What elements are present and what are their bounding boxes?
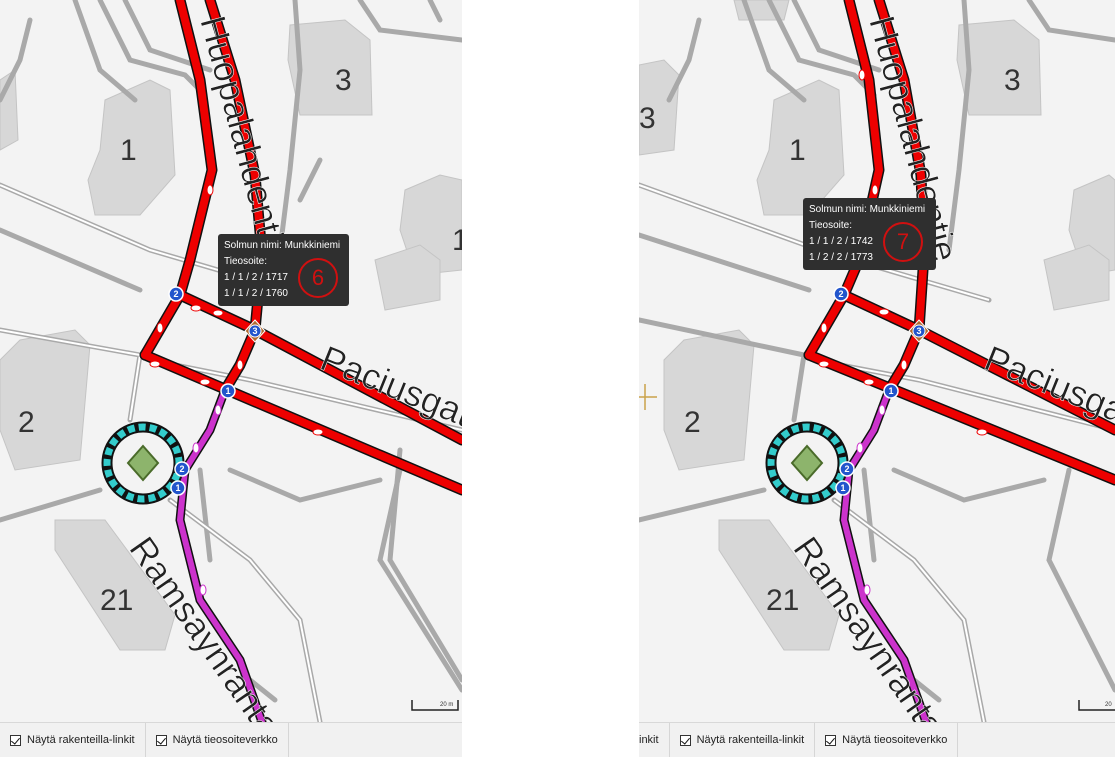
building xyxy=(1043,244,1110,311)
checkbox-label: inkit xyxy=(639,734,659,746)
checkbox-label: Näytä rakenteilla-linkit xyxy=(696,734,805,746)
node-number: 3 xyxy=(252,326,257,336)
crosshair-cursor-icon xyxy=(639,384,657,410)
node-tooltip: Solmun nimi: Munkkiniemi Tieosoite: 1 / … xyxy=(218,234,349,306)
node-number: 3 xyxy=(916,326,921,336)
building xyxy=(0,329,91,471)
roundabout-center xyxy=(790,444,824,482)
roundabout-center xyxy=(126,444,160,482)
node-number: 1 xyxy=(888,386,893,396)
checkbox-icon[interactable] xyxy=(825,734,837,746)
building xyxy=(663,329,755,471)
building-label: 1 xyxy=(452,224,462,257)
building-label: 3 xyxy=(639,102,656,135)
building-label: 1 xyxy=(789,134,806,167)
checkbox-label: Näytä rakenteilla-linkit xyxy=(27,734,135,746)
node-number: 2 xyxy=(844,464,849,474)
map-canvas[interactable]: 2 1 2 1 3 3 1 2 3 21 Huopalahdentie Paci… xyxy=(639,0,1115,722)
building-label: 1 xyxy=(120,134,137,167)
checkbox-icon[interactable] xyxy=(10,734,21,746)
bottom-toolbar: inkit Näytä rakenteilla-linkit Näytä tie… xyxy=(639,722,1115,757)
building-label: 3 xyxy=(1004,64,1021,97)
checkbox-truncated-item[interactable]: inkit xyxy=(639,723,670,757)
map-panel-right[interactable]: 2 1 2 1 3 3 1 2 3 21 Huopalahdentie Paci… xyxy=(639,0,1115,757)
scale-label: 20 xyxy=(1105,702,1112,708)
building-label: 21 xyxy=(100,584,133,617)
annotation-circle: 6 xyxy=(298,258,338,298)
map-panel-left[interactable]: 2 1 2 1 3 1 2 3 21 1 Huopalahdentie Paci… xyxy=(0,0,462,757)
checkbox-label: Näytä tieosoiteverkko xyxy=(172,734,278,746)
map-canvas[interactable]: 2 1 2 1 3 1 2 3 21 1 Huopalahdentie Paci… xyxy=(0,0,462,722)
node-number: 1 xyxy=(175,483,180,493)
building xyxy=(374,244,441,311)
checkbox-show-road-address-network[interactable]: Näytä tieosoiteverkko xyxy=(815,723,959,757)
node-number: 2 xyxy=(173,289,178,299)
bottom-toolbar: Näytä rakenteilla-linkit Näytä tieosoite… xyxy=(0,722,462,757)
checkbox-label: Näytä tieosoiteverkko xyxy=(842,734,948,746)
building-label: 2 xyxy=(18,406,35,439)
tooltip-title: Solmun nimi: Munkkiniemi xyxy=(809,204,926,215)
checkbox-show-road-address-network[interactable]: Näytä tieosoiteverkko xyxy=(146,723,289,757)
building xyxy=(733,0,790,21)
node-number: 1 xyxy=(225,386,230,396)
node-number: 2 xyxy=(838,289,843,299)
node-number: 1 xyxy=(840,483,845,493)
checkbox-icon[interactable] xyxy=(155,734,167,746)
building-label: 3 xyxy=(335,64,352,97)
checkbox-show-under-construction[interactable]: Näytä rakenteilla-linkit xyxy=(670,723,816,757)
checkbox-icon[interactable] xyxy=(679,734,691,746)
checkbox-show-under-construction[interactable]: Näytä rakenteilla-linkit xyxy=(0,723,146,757)
node-number: 2 xyxy=(179,464,184,474)
tooltip-title: Solmun nimi: Munkkiniemi xyxy=(224,240,341,251)
annotation-circle: 7 xyxy=(883,222,923,262)
scale-label: 20 m xyxy=(440,702,454,708)
node-tooltip: Solmun nimi: Munkkiniemi Tieosoite: 1 / … xyxy=(803,198,936,270)
building-label: 2 xyxy=(684,406,701,439)
building-label: 21 xyxy=(766,584,799,617)
